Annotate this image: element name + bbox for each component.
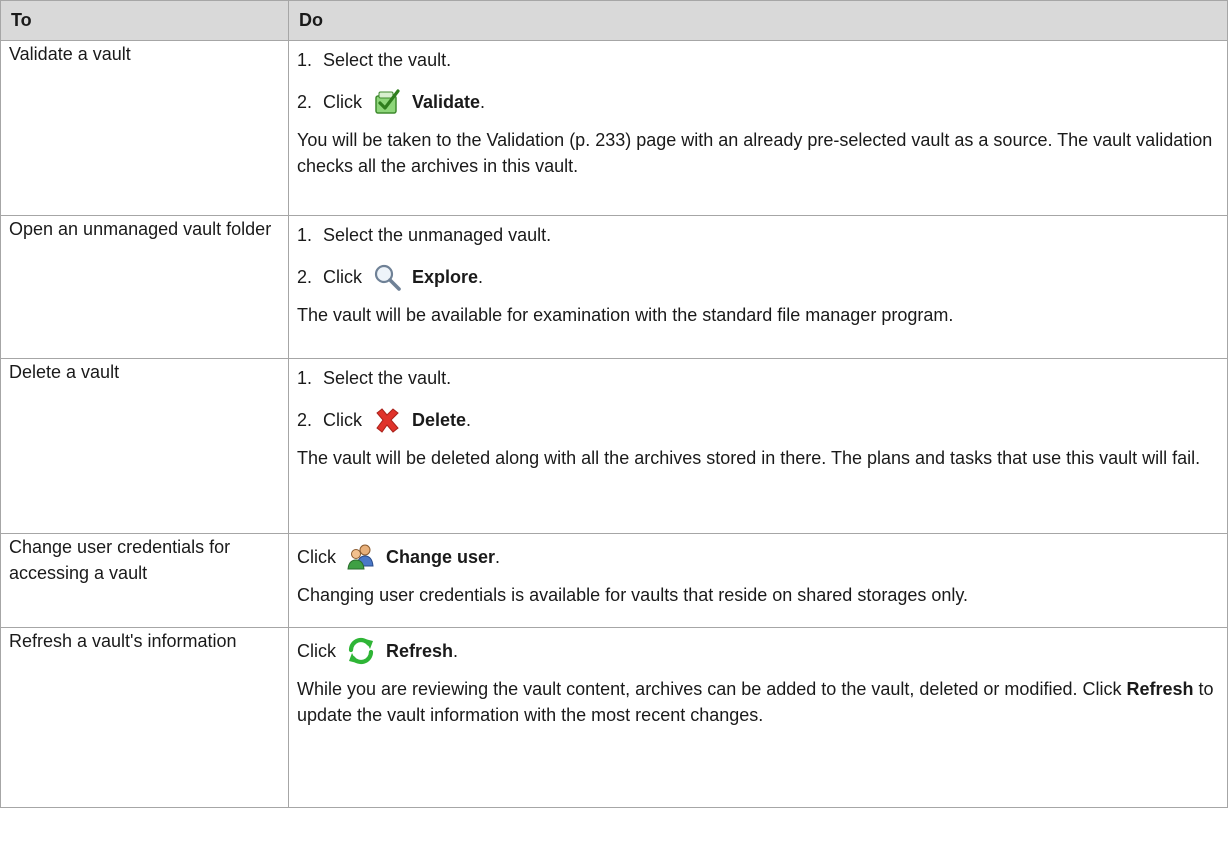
step-item: 2. Click Validate. (297, 85, 1219, 119)
note-text: You will be taken to the Validation (p. … (297, 130, 1213, 176)
task-cell: Refresh a vault's information (0, 627, 289, 808)
step-item: 1. Select the unmanaged vault. (297, 222, 1219, 248)
task-cell: Change user credentials for accessing a … (0, 533, 289, 628)
period: . (495, 546, 501, 567)
magnifier-icon (372, 262, 402, 292)
period: . (480, 91, 486, 112)
click-text: Click (297, 546, 336, 567)
table-row: Validate a vault 1. Select the vault. 2. … (0, 40, 1228, 216)
step-item: 2. Click Explore. (297, 260, 1219, 294)
note-text: The vault will be available for examinat… (297, 305, 954, 325)
period: . (453, 640, 459, 661)
period: . (466, 409, 472, 430)
task-cell: Open an unmanaged vault folder (0, 215, 289, 359)
click-text: Click (323, 266, 362, 287)
action-label: Delete (412, 409, 467, 430)
table-row: Change user credentials for accessing a … (0, 533, 1228, 628)
step-item: Click Change user. (297, 540, 1219, 574)
step-text: Select the unmanaged vault. (323, 225, 552, 245)
table-row: Delete a vault 1. Select the vault. 2. Cl… (0, 358, 1228, 534)
instructions-cell: 1. Select the vault. 2. Click Delete. The… (288, 358, 1228, 534)
step-item: 2. Click Delete. (297, 403, 1219, 437)
validate-checkmark-icon (372, 87, 402, 117)
step-number: 2. (297, 91, 313, 112)
step-number: 2. (297, 266, 313, 287)
step-text: Select the vault. (323, 50, 452, 70)
step-item: Click Refresh. (297, 634, 1219, 668)
table-row: Refresh a vault's information Click Refr… (0, 627, 1228, 808)
click-text: Click (323, 91, 362, 112)
step-text: Select the vault. (323, 368, 452, 388)
delete-x-icon (372, 405, 402, 435)
instructions-cell: Click Change user. Changing user credent… (288, 533, 1228, 628)
note-text: The vault will be deleted along with all… (297, 448, 1201, 468)
note-text: Changing user credentials is available f… (297, 585, 969, 605)
table-header-row: To Do (0, 0, 1228, 41)
step-number: 1. (297, 225, 313, 245)
period: . (478, 266, 484, 287)
step-item: 1. Select the vault. (297, 47, 1219, 73)
click-text: Click (297, 640, 336, 661)
table-row: Open an unmanaged vault folder 1. Select … (0, 215, 1228, 359)
actions-table: To Do Validate a vault 1. Select the vaul… (0, 0, 1228, 808)
task-cell: Delete a vault (0, 358, 289, 534)
note-text: While you are reviewing the vault conten… (297, 676, 1219, 728)
click-text: Click (323, 409, 362, 430)
instructions-cell: Click Refresh. While you are reviewing t… (288, 627, 1228, 808)
task-cell: Validate a vault (0, 40, 289, 216)
step-number: 1. (297, 50, 313, 70)
refresh-icon (346, 636, 376, 666)
change-user-icon (346, 542, 376, 572)
step-number: 1. (297, 368, 313, 388)
note-bold-action: Refresh (1126, 679, 1194, 699)
instructions-cell: 1. Select the vault. 2. Click Validate. Y… (288, 40, 1228, 216)
action-label: Change user (386, 546, 496, 567)
action-label: Explore (412, 266, 479, 287)
instructions-cell: 1. Select the unmanaged vault. 2. Click E… (288, 215, 1228, 359)
step-item: 1. Select the vault. (297, 365, 1219, 391)
action-label: Refresh (386, 640, 454, 661)
step-number: 2. (297, 409, 313, 430)
action-label: Validate (412, 91, 481, 112)
column-header-to: To (0, 0, 289, 41)
column-header-do: Do (288, 0, 1228, 41)
note-text-part: While you are reviewing the vault conten… (297, 679, 1127, 699)
